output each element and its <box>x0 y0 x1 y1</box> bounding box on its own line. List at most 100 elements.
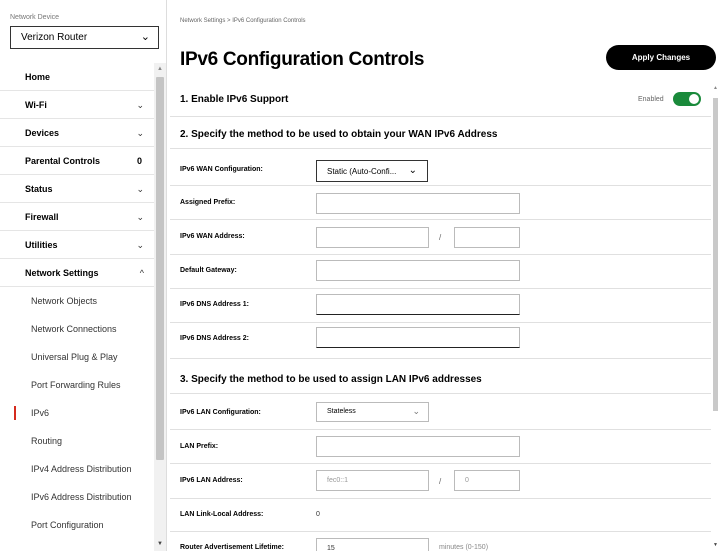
device-select[interactable]: Verizon Router ⌄ <box>10 26 159 49</box>
router-adv-unit: minutes (0-150) <box>439 544 489 551</box>
section1-title: 1. Enable IPv6 Support <box>180 94 289 105</box>
lan-address-field[interactable]: fec0::1 <box>316 470 429 491</box>
sidebar-item-utilities[interactable]: Utilities ⌄ <box>0 231 154 259</box>
sidebar-item-label: Wi-Fi <box>25 100 47 110</box>
sidebar-subitem-upnp[interactable]: Universal Plug & Play <box>0 343 154 371</box>
main-scrollbar[interactable]: ▲ ▼ <box>713 85 719 551</box>
sidebar-item-label: Status <box>25 184 53 194</box>
section2-title: 2. Specify the method to be used to obta… <box>180 129 498 140</box>
sidebar-item-status[interactable]: Status ⌄ <box>0 175 154 203</box>
lan-prefix-field[interactable] <box>316 436 520 457</box>
sidebar-item-parental-controls[interactable]: Parental Controls 0 <box>0 147 154 175</box>
section3-title: 3. Specify the method to be used to assi… <box>180 374 482 385</box>
divider <box>170 429 711 430</box>
divider <box>170 116 711 117</box>
wan-address-field[interactable] <box>316 227 429 248</box>
assigned-prefix-label: Assigned Prefix: <box>180 199 236 206</box>
chevron-down-icon: ⌄ <box>136 128 144 138</box>
router-adv-field[interactable]: 15 <box>316 538 429 551</box>
sidebar-subitem-port-configuration[interactable]: Port Configuration <box>0 511 154 539</box>
sidebar-item-label: Utilities <box>25 240 58 250</box>
sidebar-subitem-routing[interactable]: Routing <box>0 427 154 455</box>
divider <box>170 219 711 220</box>
divider <box>170 463 711 464</box>
scroll-down-icon[interactable]: ▼ <box>713 542 718 548</box>
chevron-up-icon: ^ <box>139 268 144 278</box>
divider <box>170 185 711 186</box>
divider <box>170 531 711 532</box>
lan-prefix-length-field[interactable]: 0 <box>454 470 520 491</box>
ipv6-enable-toggle[interactable] <box>673 92 701 106</box>
main-panel: Network Settings > IPv6 Configuration Co… <box>167 0 719 551</box>
sidebar-subitem-network-connections[interactable]: Network Connections <box>0 315 154 343</box>
sidebar-item-label: Firewall <box>25 212 59 222</box>
breadcrumb: Network Settings > IPv6 Configuration Co… <box>180 18 306 24</box>
sidebar-item-firewall[interactable]: Firewall ⌄ <box>0 203 154 231</box>
sidebar-subitem-ipv4-distribution[interactable]: IPv4 Address Distribution <box>0 455 154 483</box>
default-gateway-label: Default Gateway: <box>180 267 237 274</box>
dns1-field[interactable] <box>316 294 520 315</box>
sidebar-item-label: Devices <box>25 128 60 138</box>
chevron-down-icon: ⌄ <box>412 406 420 416</box>
scroll-down-icon[interactable]: ▼ <box>157 541 163 547</box>
lan-config-select[interactable]: Stateless ⌄ <box>316 402 429 422</box>
lan-address-value: fec0::1 <box>327 477 349 484</box>
lan-config-label: IPv6 LAN Configuration: <box>180 409 261 416</box>
chevron-down-icon: ⌄ <box>136 240 144 250</box>
router-adv-value: 15 <box>327 545 335 551</box>
sidebar-item-network-settings[interactable]: Network Settings ^ <box>0 259 154 287</box>
chevron-down-icon: ⌄ <box>136 100 144 110</box>
prefix-slash: / <box>439 233 442 242</box>
lan-config-value: Stateless <box>327 408 356 415</box>
chevron-down-icon: ⌄ <box>136 184 144 194</box>
page-title: IPv6 Configuration Controls <box>180 49 425 70</box>
scroll-up-icon[interactable]: ▲ <box>157 66 163 72</box>
dns2-field[interactable] <box>316 327 520 348</box>
lan-prefix-label: LAN Prefix: <box>180 443 219 450</box>
sidebar-subitem-network-objects[interactable]: Network Objects <box>0 287 154 315</box>
link-local-value: 0 <box>316 511 320 518</box>
chevron-down-icon: ⌄ <box>136 212 144 222</box>
sidebar-item-wifi[interactable]: Wi-Fi ⌄ <box>0 91 154 119</box>
divider <box>170 148 711 149</box>
apply-changes-button[interactable]: Apply Changes <box>606 45 716 70</box>
wan-config-label: IPv6 WAN Configuration: <box>180 166 263 173</box>
count-badge: 0 <box>136 156 142 166</box>
sidebar-subitem-ipv6[interactable]: IPv6 <box>0 399 154 427</box>
divider <box>170 358 711 359</box>
chevron-down-icon: ⌄ <box>140 31 150 43</box>
toggle-knob <box>689 94 699 104</box>
router-adv-label: Router Advertisement Lifetime: <box>180 544 284 551</box>
lan-address-label: IPv6 LAN Address: <box>180 477 243 484</box>
wan-config-value: Static (Auto-Confi... <box>327 167 397 176</box>
prefix-slash: / <box>439 477 442 486</box>
divider <box>170 322 711 323</box>
wan-prefix-length-field[interactable] <box>454 227 520 248</box>
wan-address-label: IPv6 WAN Address: <box>180 233 245 240</box>
wan-config-select[interactable]: Static (Auto-Confi... ⌄ <box>316 160 428 182</box>
scroll-up-icon[interactable]: ▲ <box>713 85 718 91</box>
sidebar-subitem-ipv6-distribution[interactable]: IPv6 Address Distribution <box>0 483 154 511</box>
device-label: Network Device <box>10 14 60 21</box>
sidebar-item-label: Parental Controls <box>25 156 101 166</box>
toggle-label: Enabled <box>638 96 664 103</box>
sidebar-nav: Home Wi-Fi ⌄ Devices ⌄ Parental Controls 0 … <box>0 63 154 551</box>
sidebar: Network Device Verizon Router ⌄ Home Wi-… <box>0 0 167 551</box>
divider <box>170 498 711 499</box>
sidebar-item-label: Network Settings <box>25 268 99 278</box>
default-gateway-field[interactable] <box>316 260 520 281</box>
sidebar-subitem-port-forwarding[interactable]: Port Forwarding Rules <box>0 371 154 399</box>
lan-prefix-length-value: 0 <box>465 477 469 484</box>
divider <box>170 393 711 394</box>
dns2-label: IPv6 DNS Address 2: <box>180 335 249 342</box>
sidebar-scrollbar[interactable]: ▲ ▼ <box>154 63 166 551</box>
assigned-prefix-field[interactable] <box>316 193 520 214</box>
scrollbar-thumb[interactable] <box>713 98 718 411</box>
settings-content: 1. Enable IPv6 Support Enabled 2. Specif… <box>167 85 713 551</box>
sidebar-item-devices[interactable]: Devices ⌄ <box>0 119 154 147</box>
scrollbar-thumb[interactable] <box>156 77 164 460</box>
sidebar-item-label: Home <box>25 72 51 82</box>
sidebar-item-home[interactable]: Home <box>0 63 154 91</box>
dns1-label: IPv6 DNS Address 1: <box>180 301 249 308</box>
divider <box>170 254 711 255</box>
